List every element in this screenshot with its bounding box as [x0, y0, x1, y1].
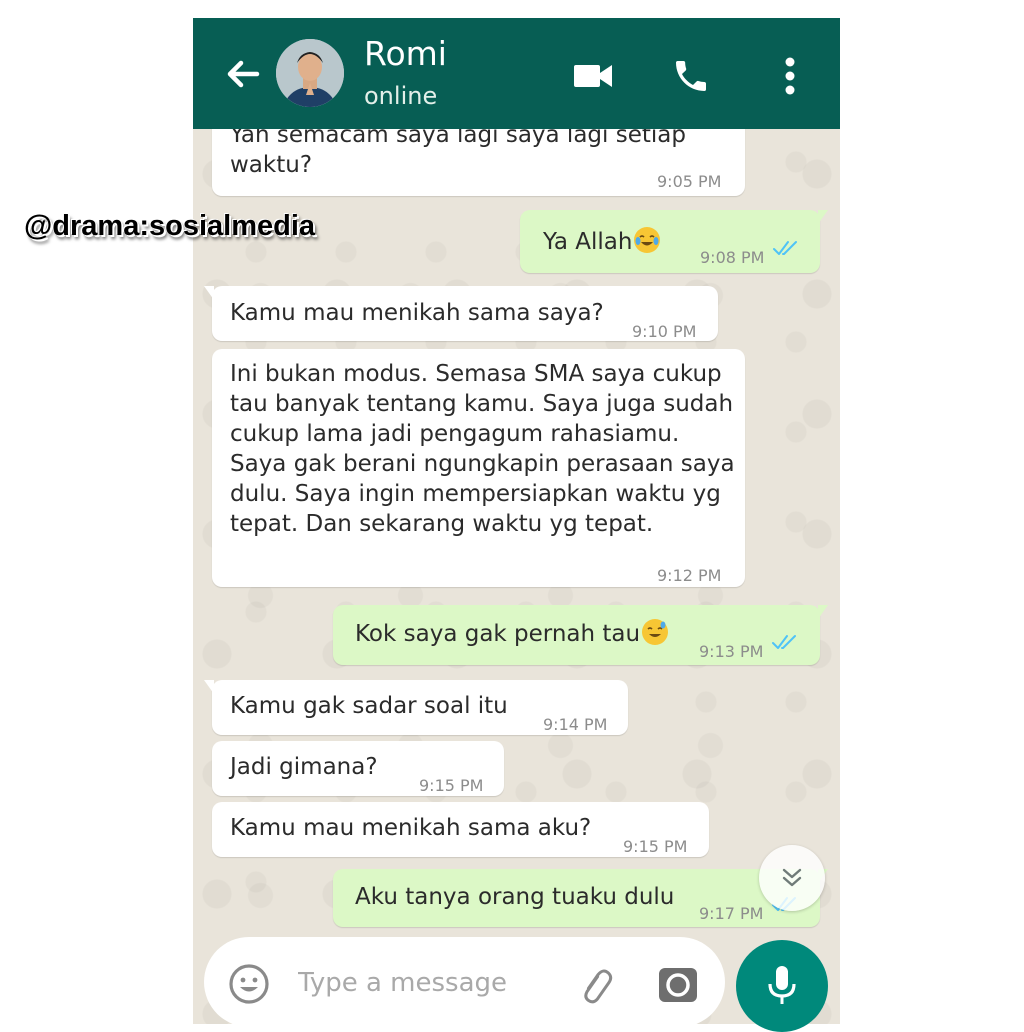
message-text-line: waktu? [230, 152, 313, 178]
message-time: 9:15 PM [623, 837, 688, 856]
bubble-tail [818, 605, 828, 619]
message-bubble-incoming[interactable]: Jadi gimana? 9:15 PM [212, 741, 504, 796]
message-text-line: Kamu mau menikah sama aku? [230, 815, 592, 841]
message-time: 9:17 PM [699, 904, 764, 923]
message-text-line: Ini bukan modus. Semasa SMA saya cukup [230, 361, 722, 387]
message-text-line: tepat. Dan sekarang waktu yg tepat. [230, 511, 654, 537]
chat-header: Romi online [193, 18, 840, 129]
message-text-line: Ya Allah [543, 229, 633, 255]
microphone-icon [768, 966, 796, 1004]
message-time: 9:10 PM [632, 322, 697, 341]
message-text-line: Kok saya gak pernah tau [355, 621, 641, 647]
contact-avatar[interactable] [276, 39, 344, 107]
message-time: 9:15 PM [419, 776, 484, 795]
message-text-line: Kamu mau menikah sama saya? [230, 300, 604, 326]
message-text-line: Jadi gimana? [230, 754, 378, 780]
message-bubble-incoming[interactable]: Kamu gak sadar soal itu 9:14 PM [204, 680, 628, 735]
message-bubble-outgoing[interactable]: Ya Allah 9:08 PM [520, 210, 828, 273]
contact-name[interactable]: Romi [364, 34, 447, 73]
message-time: 9:12 PM [657, 566, 722, 585]
emoji-icon[interactable] [228, 963, 270, 1005]
grinning-sweat-emoji [642, 619, 669, 645]
message-text-line: cukup lama jadi pengagum rahasiamu. [230, 421, 680, 447]
tears-of-joy-emoji [634, 227, 661, 253]
watermark: @drama:sosialmedia [24, 210, 316, 242]
message-bubble-incoming[interactable]: Kamu mau menikah sama saya? 9:10 PM [204, 286, 718, 341]
message-text-line: dulu. Saya ingin mempersiapkan waktu yg [230, 481, 721, 507]
double-chevron-down-icon [782, 868, 802, 887]
message-bubble-outgoing[interactable]: Aku tanya orang tuaku dulu 9:17 PM [333, 869, 828, 927]
back-arrow-icon[interactable] [221, 52, 265, 96]
message-text-line: Kamu gak sadar soal itu [230, 693, 508, 719]
message-composer [204, 937, 725, 1027]
phone-call-icon[interactable] [669, 54, 713, 98]
contact-status: online [364, 82, 438, 110]
message-text-line: Aku tanya orang tuaku dulu [355, 884, 675, 910]
message-bubble-incoming[interactable]: Kamu mau menikah sama aku? 9:15 PM [212, 802, 709, 857]
message-bubble-incoming[interactable]: Ini bukan modus. Semasa SMA saya cukup t… [212, 349, 745, 587]
message-time: 9:05 PM [657, 172, 722, 191]
message-text-line: tau banyak tentang kamu. Saya juga sudah [230, 391, 734, 417]
message-time: 9:08 PM [700, 248, 765, 267]
message-text-line: Saya gak berani ngungkapin perasaan saya [230, 451, 735, 477]
message-input[interactable] [296, 959, 560, 1007]
message-bubble-outgoing[interactable]: Kok saya gak pernah tau 9:13 PM [333, 605, 828, 665]
camera-icon[interactable] [656, 963, 700, 1007]
bubble-tail [818, 210, 828, 224]
scroll-to-bottom-button[interactable] [759, 845, 825, 911]
message-time: 9:13 PM [699, 642, 764, 661]
bubble-tail [204, 286, 214, 300]
more-options-icon[interactable] [768, 54, 812, 98]
read-ticks-icon [772, 635, 796, 649]
message-time: 9:14 PM [543, 715, 608, 734]
attachment-icon[interactable] [576, 965, 616, 1005]
voice-message-button[interactable] [736, 940, 828, 1032]
video-call-icon[interactable] [571, 54, 615, 98]
read-ticks-icon [773, 241, 797, 255]
bubble-tail [204, 680, 214, 694]
chat-screen: Romi online Yah semacam saya lagi saya l… [193, 18, 840, 1024]
